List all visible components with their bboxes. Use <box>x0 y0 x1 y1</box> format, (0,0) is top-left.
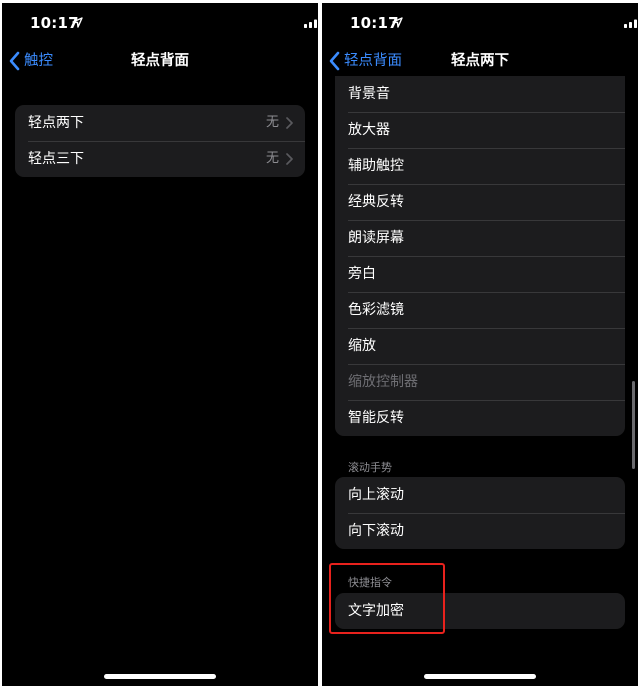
cellular-signal-icon <box>624 19 637 28</box>
list-item-zoom[interactable]: 缩放 <box>335 328 625 364</box>
list-item-text-encryption[interactable]: 文字加密 <box>335 593 625 629</box>
list-item-magnifier[interactable]: 放大器 <box>335 112 625 148</box>
navigation-bar: 轻点背面 轻点两下 <box>322 45 638 77</box>
list-item-triple-tap[interactable]: 轻点三下 无 <box>15 141 305 177</box>
list-item-zoom-controller: 缩放控制器 <box>335 364 625 400</box>
cellular-signal-icon <box>304 19 317 28</box>
accessibility-actions-group: 背景音 放大器 辅助触控 经典反转 朗读屏幕 旁白 色彩滤镜 缩放 缩放控制器 … <box>335 76 625 436</box>
list-item-label: 缩放 <box>348 338 376 354</box>
location-arrow-icon <box>72 17 83 28</box>
list-item-label: 向上滚动 <box>348 487 404 503</box>
chevron-right-icon <box>286 117 293 129</box>
scroll-indicator[interactable] <box>632 381 635 469</box>
list-item-voiceover[interactable]: 旁白 <box>335 256 625 292</box>
chevron-left-icon <box>329 51 340 71</box>
chevron-left-icon <box>9 51 20 71</box>
home-indicator[interactable] <box>424 674 536 679</box>
back-button-label: 触控 <box>24 53 53 69</box>
list-item-label: 轻点三下 <box>28 151 84 167</box>
list-item-double-tap[interactable]: 轻点两下 无 <box>15 105 305 141</box>
list-item-label: 轻点两下 <box>28 115 84 131</box>
list-item-value: 无 <box>265 115 279 130</box>
list-item-background-sounds[interactable]: 背景音 <box>335 76 625 112</box>
section-header-scroll-gestures: 滚动手势 <box>348 461 392 474</box>
list-item-label: 经典反转 <box>348 194 404 210</box>
list-item-label: 向下滚动 <box>348 523 404 539</box>
home-indicator[interactable] <box>104 674 216 679</box>
list-item-value: 无 <box>265 151 279 166</box>
list-item-scroll-down[interactable]: 向下滚动 <box>335 513 625 549</box>
section-header-shortcuts: 快捷指令 <box>348 576 392 589</box>
status-bar: 10:17 <box>2 3 318 45</box>
list-item-smart-invert[interactable]: 智能反转 <box>335 400 625 436</box>
list-item-assistive-touch[interactable]: 辅助触控 <box>335 148 625 184</box>
list-item-speak-screen[interactable]: 朗读屏幕 <box>335 220 625 256</box>
back-button[interactable]: 轻点背面 <box>328 49 402 73</box>
navigation-bar: 触控 轻点背面 <box>2 45 318 77</box>
list-item-label: 文字加密 <box>348 603 404 619</box>
list-item-label: 智能反转 <box>348 410 404 426</box>
list-item-label: 缩放控制器 <box>348 374 418 390</box>
right-screen: 10:17 轻点背面 轻点两下 背景音 放大器 辅助触控 经典反转 朗读屏幕 旁… <box>322 3 638 686</box>
status-bar: 10:17 <box>322 3 638 45</box>
list-item-label: 朗读屏幕 <box>348 230 404 246</box>
list-item-label: 色彩滤镜 <box>348 302 404 318</box>
list-item-classic-invert[interactable]: 经典反转 <box>335 184 625 220</box>
list-item-color-filters[interactable]: 色彩滤镜 <box>335 292 625 328</box>
shortcuts-group: 文字加密 <box>335 593 625 629</box>
list-item-scroll-up[interactable]: 向上滚动 <box>335 477 625 513</box>
scroll-gestures-group: 向上滚动 向下滚动 <box>335 477 625 549</box>
chevron-right-icon <box>286 153 293 165</box>
left-screen: 10:17 触控 轻点背面 轻点两下 无 轻点三下 无 <box>2 3 318 686</box>
list-item-label: 旁白 <box>348 266 376 282</box>
back-button-label: 轻点背面 <box>344 53 402 69</box>
list-item-label: 放大器 <box>348 122 390 138</box>
location-arrow-icon <box>392 17 403 28</box>
list-item-label: 背景音 <box>348 86 390 102</box>
list-item-label: 辅助触控 <box>348 158 404 174</box>
back-button[interactable]: 触控 <box>8 49 53 73</box>
back-tap-options-group: 轻点两下 无 轻点三下 无 <box>15 105 305 177</box>
